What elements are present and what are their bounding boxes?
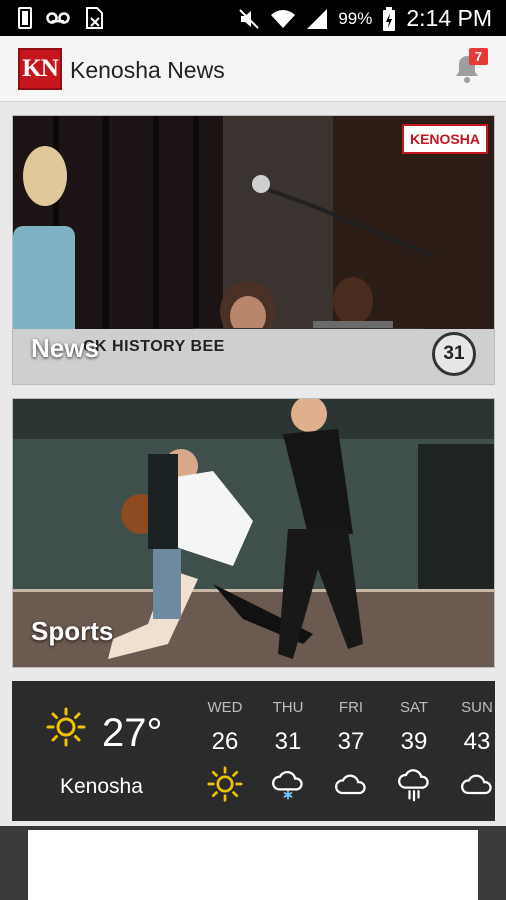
forecast-day-name: SAT bbox=[399, 699, 429, 716]
voicemail-icon bbox=[46, 12, 70, 24]
forecast-day: SAT 39 bbox=[384, 699, 444, 807]
weather-widget[interactable]: 27° Kenosha WED 26 THU 31 FRI 37 SAT 39 … bbox=[12, 681, 495, 821]
sun-icon bbox=[207, 766, 243, 802]
forecast-day-name: WED bbox=[207, 699, 243, 716]
signal-icon bbox=[307, 8, 328, 29]
news-card[interactable]: CK HISTORY BEE 31 KENOSHA News bbox=[12, 115, 495, 385]
forecast-temp: 26 bbox=[211, 728, 239, 755]
forecast-day: WED 26 bbox=[195, 699, 255, 807]
forecast-day-name: SUN bbox=[461, 699, 493, 716]
sd-card-icon bbox=[86, 7, 103, 29]
clock: 2:14 PM bbox=[406, 5, 492, 31]
forecast-temp: 37 bbox=[337, 728, 365, 755]
forecast-day: THU 31 bbox=[258, 699, 318, 807]
card-label-sports: Sports bbox=[31, 616, 114, 646]
sports-card[interactable]: Sports bbox=[12, 398, 495, 668]
forecast-day-name: THU bbox=[272, 699, 304, 716]
sun-icon bbox=[46, 707, 86, 747]
current-temperature: 27° bbox=[102, 711, 163, 755]
wifi-icon bbox=[271, 9, 296, 28]
app-bar: KN Kenosha News 7 bbox=[0, 36, 506, 102]
battery-percent: 99% bbox=[338, 8, 373, 28]
notifications-button[interactable]: 7 bbox=[450, 48, 488, 86]
forecast-day: SUN 43 bbox=[447, 699, 495, 807]
badge-number: 31 bbox=[432, 332, 476, 376]
sim-icon bbox=[18, 7, 32, 29]
status-bar: 99% 2:14 PM bbox=[0, 0, 506, 36]
app-title: Kenosha News bbox=[70, 57, 225, 83]
ad-banner-area bbox=[0, 826, 506, 900]
forecast-temp: 43 bbox=[463, 728, 491, 755]
weather-city: Kenosha bbox=[60, 775, 143, 798]
forecast-temp: 31 bbox=[274, 728, 302, 755]
app-logo[interactable]: KN bbox=[18, 48, 62, 90]
mute-icon bbox=[239, 8, 260, 29]
forecast-day-name: FRI bbox=[338, 699, 364, 716]
battery-charging-icon bbox=[383, 6, 396, 31]
cloud-icon bbox=[461, 774, 492, 795]
banner-text: CK HISTORY BEE bbox=[83, 338, 225, 355]
notification-badge: 7 bbox=[469, 48, 488, 65]
cloud-icon bbox=[335, 774, 366, 795]
ad-banner[interactable] bbox=[28, 830, 478, 900]
forecast-day: FRI 37 bbox=[321, 699, 381, 807]
snow-cloud-icon bbox=[272, 770, 303, 800]
card-label-news: News bbox=[31, 333, 99, 363]
forecast-temp: 39 bbox=[400, 728, 428, 755]
rain-cloud-icon bbox=[398, 769, 429, 802]
kenosha-logo-tag: KENOSHA bbox=[402, 124, 488, 154]
